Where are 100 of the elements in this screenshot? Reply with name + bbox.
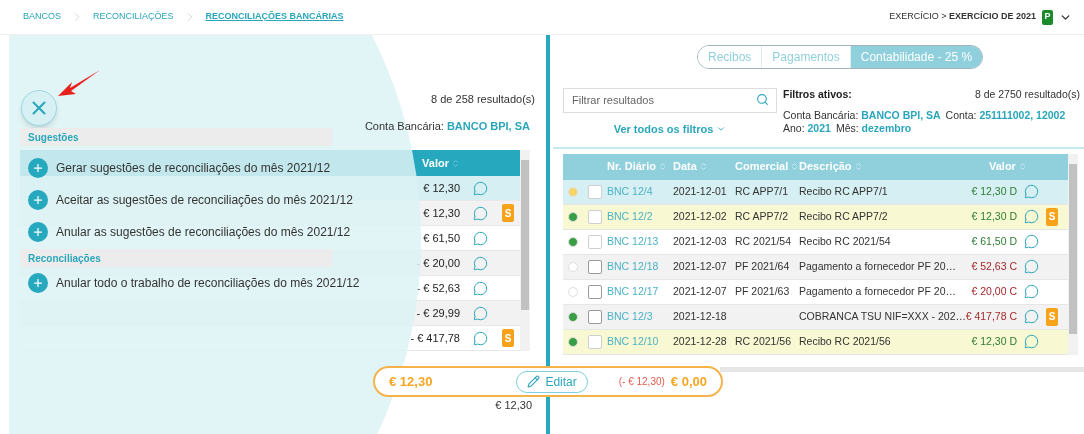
comment-icon[interactable] [1023,284,1039,299]
column-header[interactable]: Data [673,158,708,175]
table-row[interactable]: BNC 12/18 2021-12-07 PF 2021/64 Pagamento a fornecedor PF 20… € 52,63 C [563,254,1068,280]
table-cell-text: € 12,30 [423,205,460,221]
table-cell-text: 2021-12-07 [673,283,727,299]
comment-icon[interactable] [1023,209,1039,224]
column-header[interactable]: Nr. Diário [607,158,667,175]
table-cell-text: € 12,30 [423,180,460,196]
journal-link[interactable]: BNC 12/2 [607,208,653,225]
menu-item[interactable]: Gerar sugestões de reconciliações do mês 2021/12 [20,152,335,184]
comment-icon[interactable] [472,230,488,246]
see-all-filters-link[interactable]: Ver todos os filtros [613,121,727,138]
checkbox[interactable] [588,259,602,274]
comment-icon[interactable] [472,330,488,346]
filter-value: dezembro [861,121,912,134]
suggestion-badge: S [1046,207,1058,226]
comment-icon[interactable] [1023,259,1039,274]
comment-icon[interactable] [472,305,488,321]
table-cell-text: Pagamento a fornecedor PF 20… [799,258,956,274]
table-cell-text: € 12,30 D [971,183,1017,199]
difference-amount: (- € 12,30) [618,375,665,389]
table-cell-text: PF 2021/63 [735,283,790,299]
comment-icon[interactable] [1023,234,1039,249]
sort-icon[interactable] [1017,162,1027,171]
checkbox[interactable] [588,284,602,299]
column-header[interactable]: Valor [989,158,1027,175]
comment-icon[interactable] [472,180,488,196]
column-header[interactable]: Comercial [735,158,800,175]
suggestion-badge: S [502,204,514,222]
table-cell-text: COBRANCA TSU NIF=XXX - 202… [799,308,966,324]
journal-link[interactable]: BNC 12/13 [607,233,659,250]
comment-icon[interactable] [472,255,488,271]
table-cell-text: 2021-12-02 [673,208,727,224]
sort-icon[interactable] [451,158,460,168]
filter-value: 251111002, 12002 [979,108,1066,121]
checkbox[interactable] [588,234,602,249]
table-cell-text: 2021-12-18 [673,308,727,324]
results-count: 8 de 2750 resultado(s) [974,87,1080,102]
table-cell-text: - € 52,63 [416,280,460,296]
table-cell-text: RC APP7/1 [735,183,789,199]
table-cell-text: € 12,30 [495,398,532,413]
selected-amount: € 12,30 [389,372,433,391]
journal-link[interactable]: BNC 12/4 [607,183,653,200]
sort-icon[interactable] [698,162,708,171]
filter-label: Ano: [783,121,805,134]
journal-link[interactable]: BNC 12/18 [607,258,659,275]
comment-icon[interactable] [1023,184,1039,199]
table-cell-text: Recibo RC 2021/54 [799,233,891,249]
column-header[interactable]: Valor [422,154,460,172]
table-cell-text: € 12,30 D [971,333,1017,349]
search-field[interactable]: Filtrar resultados [563,87,777,113]
table-row[interactable]: BNC 12/4 2021-12-01 RC APP7/1 Recibo RC APP7/1 € 12,30 D [563,179,1068,205]
table-cell-text: 2021-12-01 [673,183,727,199]
table-cell-text: RC APP7/2 [735,208,789,224]
filter-label: Conta Bancária: [783,108,859,121]
menu-item[interactable]: Anular todo o trabalho de reconciliações do mês 2021/12 [20,267,364,299]
table-cell-text: € 61,50 [423,230,460,246]
table-row[interactable]: BNC 12/10 2021-12-28 RC 2021/56 Recibo RC 2021/56 € 12,30 D [563,329,1068,355]
total-amount: € 0,00 [670,372,707,391]
table-cell-text: € 12,30 D [971,208,1017,224]
table-cell-text: € 20,00 C [971,283,1017,299]
menu-item[interactable]: Aceitar as sugestões de reconciliações do mês 2021/12 [20,184,357,216]
tab[interactable]: Contabilidade - 25 % [849,46,983,68]
checkbox[interactable] [588,209,602,224]
breadcrumb-link[interactable]: BANCOS [23,10,61,24]
column-header[interactable]: Descrição [799,158,863,175]
sort-icon[interactable] [853,162,863,171]
search-icon[interactable] [756,93,769,106]
journal-link[interactable]: BNC 12/17 [607,283,659,300]
table-row[interactable]: BNC 12/2 2021-12-02 RC APP7/2 Recibo RC APP7/2 € 12,30 D S [563,204,1068,230]
menu-section-header: Sugestões [20,128,333,146]
suggestion-badge: S [502,329,514,347]
table-cell-text: - € 29,99 [416,305,460,321]
breadcrumb-link[interactable]: RECONCILIAÇÕES BANCÁRIAS [205,10,344,24]
table-cell-text: 2021-12-07 [673,258,727,274]
comment-icon[interactable] [1023,334,1039,349]
filter-label: Mês: [835,121,859,134]
sort-icon[interactable] [790,162,800,171]
table-cell-text: - € 417,78 [410,330,460,346]
checkbox[interactable] [588,309,602,324]
comment-icon[interactable] [1023,309,1039,324]
table-cell-text: 2021-12-03 [673,233,727,249]
scrollbar[interactable] [1068,153,1078,355]
table-cell-text: € 417,78 C [965,308,1017,324]
table-cell-text: RC 2021/54 [735,233,792,249]
checkbox[interactable] [588,334,602,349]
status-badge: P [1042,9,1053,25]
comment-icon[interactable] [472,205,488,221]
journal-link[interactable]: BNC 12/3 [607,308,653,325]
scrollbar[interactable] [520,150,530,351]
breadcrumb-link[interactable]: RECONCILIAÇÕES [93,10,174,24]
table-row[interactable]: BNC 12/3 2021-12-18 COBRANCA TSU NIF=XXX - 202…€ 417,78 C S [563,304,1068,330]
table-cell-text: RC 2021/56 [735,333,792,349]
table-cell-text: Pagamento a fornecedor PF 20… [799,283,956,299]
journal-link[interactable]: BNC 12/10 [607,333,659,350]
checkbox[interactable] [588,184,602,199]
menu-item[interactable]: Anular as sugestões de reconciliações do mês 2021/12 [20,216,355,248]
fiscal-year-label: EXERCÍCIO > EXERCÍCIO DE 2021 [889,10,1036,24]
comment-icon[interactable] [472,280,488,296]
sort-icon[interactable] [657,162,667,171]
